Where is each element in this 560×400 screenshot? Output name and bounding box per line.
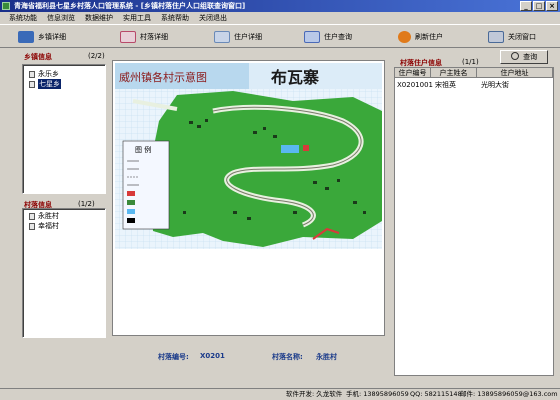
village-item[interactable]: 永胜村 (29, 211, 59, 221)
maximize-button[interactable]: □ (533, 1, 545, 11)
map-legend-title: 图 例 (135, 145, 151, 154)
find-icon (304, 31, 320, 43)
map-title: 威州镇各村示意图 (119, 70, 207, 84)
menu-exit[interactable]: 关闭退出 (194, 12, 232, 24)
title-bar[interactable]: 青海省福利县七星乡村落人口管理系统 - [乡镇村落住户人口组联查询窗口] _ □… (0, 0, 560, 12)
refresh-resident-button[interactable]: 刷新住户 (398, 27, 443, 47)
menu-bar: 系统功能 信息浏览 数据维护 实用工具 系统帮助 关闭退出 (0, 12, 560, 24)
town-detail-button[interactable]: 乡镇详细 (18, 27, 66, 47)
refresh-icon (398, 31, 411, 43)
card-icon (120, 31, 136, 43)
column-header-address[interactable]: 住户地址 (477, 68, 553, 78)
village-name-label: 村落名称: (272, 353, 303, 361)
villages-list[interactable]: 永胜村 幸福村 (22, 208, 106, 338)
menu-system[interactable]: 系统功能 (4, 12, 42, 24)
minimize-button[interactable]: _ (520, 1, 532, 11)
towns-count: (2/2) (88, 52, 105, 60)
cell-id: X0201001 (397, 81, 433, 89)
status-phone: 手机: 13895896059 (346, 390, 409, 398)
resident-query-button[interactable]: 住户查询 (304, 27, 352, 47)
village-code-label: 村落编号: (158, 353, 189, 361)
query-button[interactable]: 查询 (500, 50, 548, 64)
close-window-button[interactable]: 关闭窗口 (488, 27, 536, 47)
menu-browse[interactable]: 信息浏览 (42, 12, 80, 24)
window-title: 青海省福利县七星乡村落人口管理系统 - [乡镇村落住户人口组联查询窗口] (14, 2, 246, 10)
keyboard-icon (214, 31, 230, 43)
close-button[interactable]: × (546, 1, 558, 11)
village-item[interactable]: 幸福村 (29, 221, 59, 231)
town-icon (29, 80, 35, 88)
town-item-selected[interactable]: 七星乡 (29, 79, 61, 89)
village-code-value: X0201 (200, 352, 225, 360)
town-item[interactable]: 永乐乡 (29, 69, 59, 79)
menu-data[interactable]: 数据维护 (80, 12, 118, 24)
status-email: 邮件: 13895896059@163.com (460, 390, 558, 398)
find-icon (510, 52, 519, 60)
resident-detail-button[interactable]: 住户详细 (214, 27, 262, 47)
blue-cube-icon (18, 31, 34, 43)
menu-tools[interactable]: 实用工具 (118, 12, 156, 24)
towns-list[interactable]: 永乐乡 七星乡 (22, 64, 106, 194)
status-developer: 软件开发: 久龙软件 (286, 390, 343, 398)
map-image: 威州镇各村示意图 布瓦寨 图 例 (115, 63, 382, 249)
village-icon (29, 212, 35, 220)
cell-address: 光明大街 (481, 81, 509, 89)
towns-label: 乡镇信息 (24, 53, 52, 61)
village-map: 威州镇各村示意图 布瓦寨 图 例 (112, 60, 385, 336)
town-icon (29, 70, 35, 78)
village-icon (29, 222, 35, 230)
column-header-owner[interactable]: 户主姓名 (431, 68, 477, 78)
menu-help[interactable]: 系统帮助 (156, 12, 194, 24)
villages-count: (1/2) (78, 200, 95, 208)
toolbar: 乡镇详细 村落详细 住户详细 住户查询 刷新住户 关闭窗口 (0, 24, 560, 48)
status-qq: QQ: 582115148 (410, 390, 462, 398)
app-icon (2, 2, 10, 10)
village-detail-button[interactable]: 村落详细 (120, 27, 168, 47)
column-header-id[interactable]: 住户编号 (395, 68, 431, 78)
map-village-name: 布瓦寨 (271, 68, 319, 87)
close-window-icon (488, 31, 504, 43)
window-controls: _ □ × (520, 1, 558, 11)
residents-count: (1/1) (462, 58, 479, 66)
village-name-value: 永胜村 (316, 353, 337, 361)
status-bar: 软件开发: 久龙软件 手机: 13895896059 QQ: 582115148… (0, 388, 560, 400)
cell-owner: 宋祖英 (435, 81, 456, 89)
residents-table[interactable]: 住户编号 户主姓名 住户地址 X0201001 宋祖英 光明大街 (394, 67, 554, 376)
